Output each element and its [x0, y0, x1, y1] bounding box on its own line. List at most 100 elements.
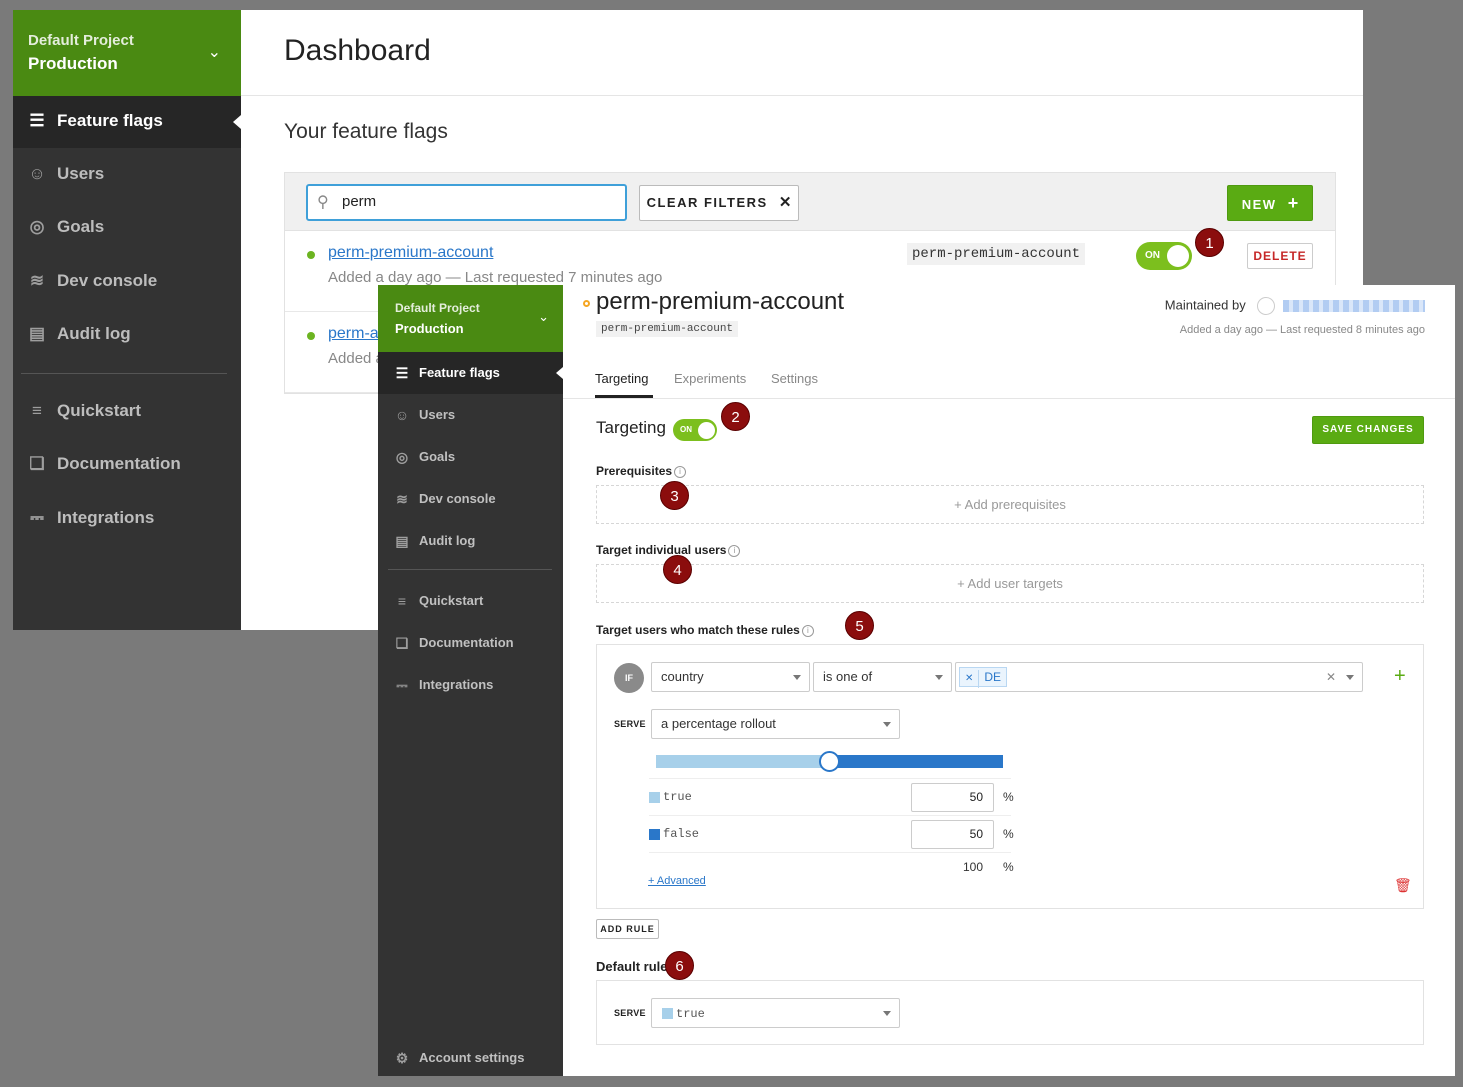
variation-swatch: [649, 829, 660, 840]
default-rule-heading: Default rule: [596, 959, 668, 974]
plug-icon: ⎓: [30, 508, 44, 527]
serve-label: SERVE: [614, 1008, 646, 1018]
add-user-targets-button[interactable]: + Add user targets: [596, 564, 1424, 603]
sidebar-item-account-settings[interactable]: ⚙ Account settings: [378, 1037, 563, 1079]
info-icon[interactable]: i: [801, 624, 814, 637]
sidebar-item-audit-log[interactable]: ▤ Audit log: [378, 520, 563, 562]
flag-name-link[interactable]: perm-premium-account: [328, 244, 493, 262]
sidebar-item-documentation[interactable]: ❏ Documentation: [13, 439, 241, 491]
sidebar-item-feature-flags[interactable]: ☰ Feature flags: [378, 352, 563, 394]
flag-meta: Added a day ago — Last requested 7 minut…: [328, 269, 663, 286]
sidebar-item-label: Audit log: [57, 324, 131, 343]
sidebar: Default Project Production ⌄ ☰ Feature f…: [13, 10, 241, 630]
sidebar-item-quickstart[interactable]: ≡ Quickstart: [378, 580, 563, 622]
flag-toggle[interactable]: ON: [1136, 242, 1192, 270]
sidebar-divider: [21, 373, 227, 374]
rollout-total-row: 100 %: [649, 852, 1014, 876]
default-serve-value: true: [676, 1007, 705, 1021]
add-rule-button[interactable]: ADD RULE: [596, 919, 659, 939]
sidebar-item-label: Integrations: [57, 508, 155, 527]
sidebar-item-quickstart[interactable]: ≡ Quickstart: [13, 386, 241, 438]
gear-icon: ⚙: [395, 1050, 409, 1066]
users-icon: ☺: [28, 164, 46, 183]
maintainer-email-redacted: [1283, 300, 1425, 312]
targeting-panel: Targeting ON SAVE CHANGES Prerequisites i…: [563, 400, 1455, 1076]
info-icon[interactable]: i: [728, 544, 741, 557]
prerequisites-heading: Prerequisites i: [596, 464, 687, 478]
sidebar-item-goals[interactable]: ◎ Goals: [378, 436, 563, 478]
clear-filters-button[interactable]: CLEAR FILTERS ✕: [639, 185, 799, 221]
sidebar-item-dev-console[interactable]: ≋ Dev console: [13, 256, 241, 308]
sidebar-item-dev-console[interactable]: ≋ Dev console: [378, 478, 563, 520]
annotation-badge-6: 6: [665, 951, 694, 980]
chevron-down-icon: [1346, 675, 1354, 680]
audit-icon: ▤: [395, 533, 409, 549]
variation-percent-input[interactable]: 50: [911, 820, 994, 849]
operator-select[interactable]: is one of: [813, 662, 952, 692]
rollout-slider[interactable]: [656, 751, 1003, 772]
chevron-down-icon: [883, 1011, 891, 1016]
advanced-link[interactable]: + Advanced: [648, 875, 706, 887]
values-multiselect[interactable]: ✕ DE ✕: [955, 662, 1363, 692]
targeting-toggle[interactable]: ON: [673, 419, 717, 441]
plug-icon: ⎓: [396, 677, 408, 693]
page-title: Dashboard: [284, 34, 431, 67]
annotation-badge-4: 4: [663, 555, 692, 584]
sidebar-item-users[interactable]: ☺ Users: [13, 149, 241, 201]
delete-button[interactable]: DELETE: [1247, 243, 1313, 269]
tab-experiments[interactable]: Experiments: [674, 371, 746, 386]
tab-settings[interactable]: Settings: [771, 371, 818, 386]
new-flag-button[interactable]: NEW +: [1227, 185, 1313, 221]
maintainer: Maintained by: [1165, 297, 1425, 315]
sidebar-item-label: Feature flags: [419, 365, 500, 380]
status-dot: [307, 251, 315, 259]
tab-targeting[interactable]: Targeting: [595, 371, 648, 386]
sidebar-item-users[interactable]: ☺ Users: [378, 394, 563, 436]
chevron-down-icon: [793, 675, 801, 680]
project-switcher[interactable]: Default Project Production ⌄: [13, 10, 241, 96]
if-badge: IF: [614, 663, 644, 693]
sidebar-item-documentation[interactable]: ❏ Documentation: [378, 622, 563, 664]
default-serve-select[interactable]: true: [651, 998, 900, 1028]
toggle-label: ON: [680, 425, 692, 434]
sidebar-item-integrations[interactable]: ⎓ Integrations: [378, 664, 563, 706]
chip-label: DE: [984, 670, 1002, 684]
search-input[interactable]: [340, 192, 610, 211]
sidebar-item-label: Goals: [419, 449, 456, 464]
sidebar-item-feature-flags[interactable]: ☰ Feature flags: [13, 96, 241, 148]
variation-percent-input[interactable]: 50: [911, 783, 994, 812]
remove-chip-icon[interactable]: ✕: [960, 670, 980, 688]
sidebar-item-label: Documentation: [419, 635, 514, 650]
serve-select[interactable]: a percentage rollout: [651, 709, 900, 739]
annotation-badge-3: 3: [660, 481, 689, 510]
search-field[interactable]: ⚲: [306, 184, 627, 221]
toggle-knob: [1167, 245, 1189, 267]
sidebar-item-integrations[interactable]: ⎓ Integrations: [13, 493, 241, 545]
save-changes-button[interactable]: SAVE CHANGES: [1312, 416, 1424, 444]
flag-key: perm-premium-account: [596, 321, 739, 337]
sidebar-item-label: Quickstart: [419, 593, 484, 608]
add-prerequisites-button[interactable]: + Add prerequisites: [596, 485, 1424, 524]
flag-title: perm-premium-account: [596, 288, 845, 315]
rules-heading: Target users who match these rules i: [596, 623, 814, 637]
sidebar-item-audit-log[interactable]: ▤ Audit log: [13, 309, 241, 361]
chevron-down-icon: [883, 722, 891, 727]
sidebar-item-label: Goals: [57, 217, 105, 236]
variation-row-false: false 50 %: [649, 815, 1014, 852]
clear-values-icon[interactable]: ✕: [1326, 663, 1336, 691]
flag-header: perm-premium-account perm-premium-accoun…: [563, 285, 1455, 399]
project-switcher[interactable]: Default Project Production ⌄: [378, 285, 563, 352]
variation-swatch: [662, 1008, 673, 1019]
trash-icon[interactable]: 🗑: [1394, 877, 1412, 894]
add-clause-icon[interactable]: +: [1394, 665, 1406, 688]
sidebar-item-goals[interactable]: ◎ Goals: [13, 202, 241, 254]
rollout-slider-handle[interactable]: [819, 751, 840, 772]
sidebar-item-label: Users: [419, 407, 456, 422]
variation-row-true: true 50 %: [649, 778, 1014, 815]
info-icon[interactable]: i: [674, 465, 687, 478]
rollout-total: 100: [963, 860, 984, 874]
flag-name-link[interactable]: perm-a: [328, 325, 379, 343]
default-rule: SERVE true: [596, 980, 1424, 1045]
annotation-badge-5: 5: [845, 611, 874, 640]
attribute-select[interactable]: country: [651, 662, 810, 692]
